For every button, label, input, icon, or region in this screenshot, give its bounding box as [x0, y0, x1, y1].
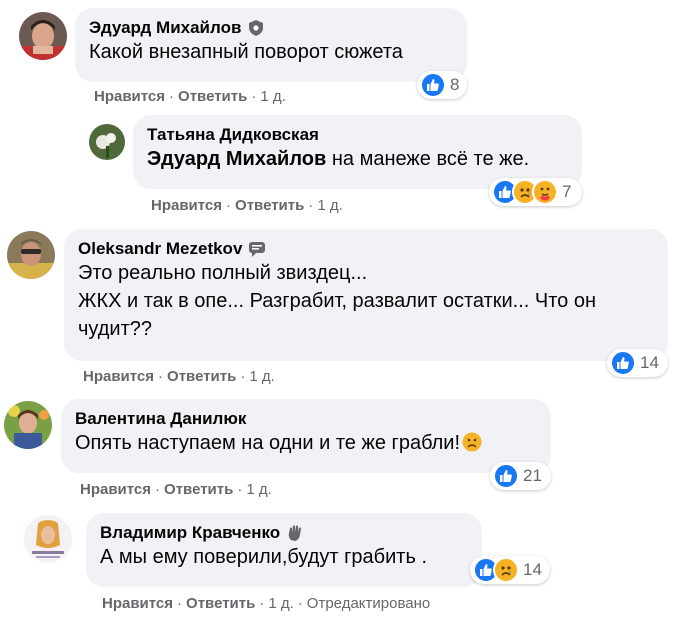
comment-text-line: ЖКХ и так в опе... Разграбит, развалит о… — [78, 290, 596, 312]
care-reaction-icon — [532, 179, 558, 205]
avatar[interactable] — [4, 401, 52, 449]
reaction-summary[interactable]: 7 — [489, 178, 582, 206]
reaction-count: 7 — [562, 182, 572, 201]
comment-bubble: Oleksandr Mezetkov Это реально полный зв… — [64, 229, 668, 361]
like-reaction-icon — [420, 72, 446, 98]
chat-bubble-icon — [248, 240, 266, 258]
timestamp[interactable]: 1 д. — [246, 481, 271, 498]
sad-face-emoji-icon — [462, 432, 482, 460]
comment-bubble: Владимир Кравченко А мы ему поверили,буд… — [86, 513, 482, 587]
comment-text-line: чудит?? — [78, 318, 153, 340]
like-link[interactable]: Нравится — [80, 481, 151, 498]
comment-bubble: Валентина Данилюк Опять наступаем на одн… — [61, 399, 551, 473]
sad-reaction-icon — [493, 557, 519, 583]
comment-actions: Нравится · Ответить · 1 д. — [83, 368, 275, 385]
mention-link[interactable]: Эдуард Михайлов — [147, 148, 326, 170]
comment-text: А мы ему поверили,будут грабить . — [100, 546, 428, 568]
like-reaction-icon — [610, 350, 636, 376]
comment-text: Опять наступаем на одни и те же грабли! — [75, 429, 537, 460]
reply-link[interactable]: Ответить — [235, 197, 304, 214]
avatar[interactable] — [89, 124, 125, 160]
like-link[interactable]: Нравится — [94, 88, 165, 105]
waving-hand-icon — [286, 524, 304, 542]
timestamp[interactable]: 1 д. — [268, 595, 293, 612]
author-name[interactable]: Эдуард Михайлов — [89, 17, 241, 38]
shield-icon — [247, 19, 265, 37]
timestamp[interactable]: 1 д. — [317, 197, 342, 214]
author-name[interactable]: Татьяна Дидковская — [147, 124, 319, 145]
comment-bubble: Эдуард Михайлов Какой внезапный поворот … — [75, 8, 467, 82]
reaction-count: 14 — [640, 353, 659, 372]
edited-label[interactable]: Отредактировано — [307, 595, 430, 612]
reaction-summary[interactable]: 21 — [490, 462, 551, 490]
avatar[interactable] — [7, 231, 55, 279]
reaction-summary[interactable]: 14 — [470, 556, 550, 584]
reaction-count: 21 — [523, 466, 542, 485]
timestamp[interactable]: 1 д. — [249, 368, 274, 385]
avatar[interactable] — [24, 515, 72, 563]
reaction-summary[interactable]: 14 — [607, 349, 668, 377]
author-name[interactable]: Валентина Данилюк — [75, 408, 246, 429]
like-reaction-icon — [493, 463, 519, 489]
comment-actions: Нравится · Ответить · 1 д. — [151, 197, 343, 214]
comment-actions: Нравится · Ответить · 1 д. — [94, 88, 286, 105]
comment-actions: Нравится · Ответить · 1 д. — [80, 481, 272, 498]
comment-text-line: Это реально полный звиздец... — [78, 262, 368, 284]
reply-link[interactable]: Ответить — [164, 481, 233, 498]
reply-link[interactable]: Ответить — [167, 368, 236, 385]
avatar[interactable] — [19, 12, 67, 60]
comment-actions: Нравится · Ответить · 1 д. · Отредактировано — [102, 595, 431, 612]
reaction-summary[interactable]: 8 — [417, 71, 467, 99]
reaction-count: 14 — [523, 560, 542, 579]
like-link[interactable]: Нравится — [83, 368, 154, 385]
reply-link[interactable]: Ответить — [178, 88, 247, 105]
comment-text: Эдуард Михайлов на манеже всё те же. — [147, 148, 530, 170]
like-link[interactable]: Нравится — [102, 595, 173, 612]
timestamp[interactable]: 1 д. — [260, 88, 285, 105]
author-name[interactable]: Oleksandr Mezetkov — [78, 238, 242, 259]
comment-text: Какой внезапный поворот сюжета — [89, 41, 403, 63]
like-link[interactable]: Нравится — [151, 197, 222, 214]
author-name[interactable]: Владимир Кравченко — [100, 522, 280, 543]
reaction-count: 8 — [450, 75, 460, 94]
reply-link[interactable]: Ответить — [186, 595, 255, 612]
